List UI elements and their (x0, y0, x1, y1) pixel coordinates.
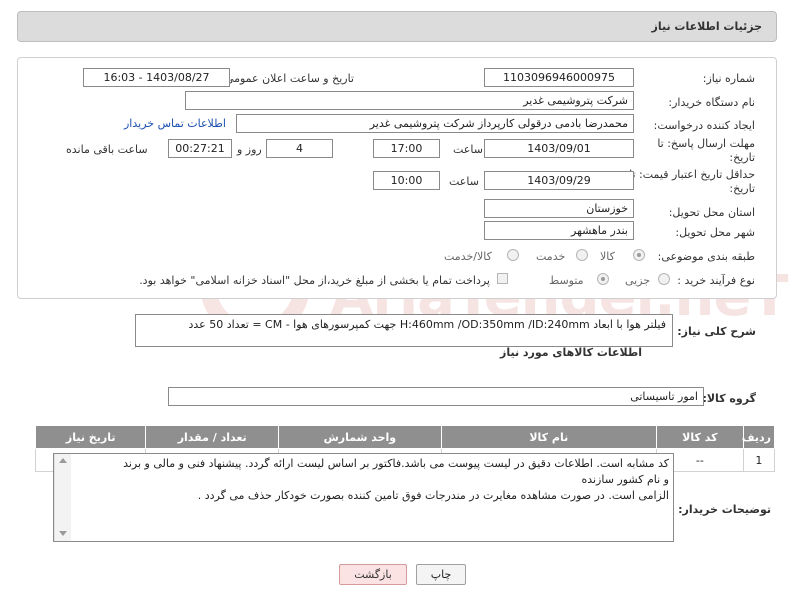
treasury-payment-note: پرداخت تمام یا بخشی از مبلغ خرید،از محل … (139, 274, 490, 287)
process-option-minor: جزیی (625, 274, 651, 287)
description-label: شرح کلی نیاز: (677, 325, 756, 338)
page-title: جزئیات اطلاعات نیاز (651, 20, 763, 33)
col-item-code: کد کالا (655, 425, 744, 449)
process-radio-minor[interactable] (658, 273, 670, 285)
city-field: بندر ماهشهر (484, 221, 634, 240)
category-radio-goods[interactable] (633, 249, 645, 261)
col-item-name: نام کالا (440, 425, 657, 449)
days-remaining-field: 4 (266, 139, 333, 158)
category-label: طبقه بندی موضوعی: (657, 250, 755, 263)
province-label: استان محل تحویل: (668, 206, 755, 219)
buyer-org-field: شرکت پتروشیمی غدیر (185, 91, 634, 110)
creator-field: محمدرضا بادمی درقولی کارپرداز شرکت پتروش… (236, 114, 634, 133)
col-row-number: ردیف (742, 425, 776, 449)
description-box: فیلتر هوا با ابعاد H:460mm /OD:350mm /ID… (135, 314, 673, 347)
goods-table-header: ردیف کد کالا نام کالا واحد شمارش تعداد /… (34, 425, 776, 449)
category-option-goods: کالا (600, 250, 615, 263)
category-option-goods-service: کالا/خدمت (444, 250, 492, 263)
category-radio-goods-service[interactable] (507, 249, 519, 261)
description-text: فیلتر هوا با ابعاد H:460mm /OD:350mm /ID… (188, 318, 667, 331)
need-number-field: 1103096946000975 (484, 68, 634, 87)
buyer-org-label: نام دستگاه خریدار: (668, 96, 755, 109)
category-radio-service[interactable] (576, 249, 588, 261)
days-label: روز و (237, 143, 262, 156)
page-header: جزئیات اطلاعات نیاز (17, 11, 777, 42)
buyer-notes-scrollbar[interactable] (54, 454, 71, 541)
announce-date-label: تاریخ و ساعت اعلان عمومی: (221, 72, 354, 85)
need-number-label: شماره نیاز: (702, 72, 755, 85)
deadline-label: مهلت ارسال پاسخ: تا (657, 137, 755, 150)
col-unit: واحد شمارش (278, 425, 442, 449)
creator-label: ایجاد کننده درخواست: (653, 119, 755, 132)
validity-date-label: تاریخ: (729, 182, 755, 195)
goods-group-field: امور تاسیساتی (168, 387, 704, 406)
category-option-service: خدمت (536, 250, 566, 263)
scroll-up-icon[interactable] (59, 458, 67, 463)
buyer-notes-text: کد مشابه است. اطلاعات دقیق در لیست پیوست… (69, 456, 669, 504)
process-radio-medium[interactable] (597, 273, 609, 285)
back-button[interactable]: بازگشت (339, 564, 407, 585)
buyer-contact-link[interactable]: اطلاعات تماس خریدار (124, 117, 226, 130)
deadline-date-label: تاریخ: (729, 151, 755, 164)
validity-date-field: 1403/09/29 (484, 171, 634, 190)
scroll-down-icon[interactable] (59, 531, 67, 536)
goods-group-label: گروه کالا: (702, 392, 756, 405)
buyer-notes-line: الزامی است. در صورت مشاهده مغایرت در مند… (197, 489, 669, 502)
buyer-notes-box[interactable]: کد مشابه است. اطلاعات دقیق در لیست پیوست… (53, 453, 674, 542)
treasury-payment-checkbox[interactable] (497, 273, 508, 284)
validity-time-field: 10:00 (373, 171, 440, 190)
deadline-time-field: 17:00 (373, 139, 440, 158)
print-button[interactable]: چاپ (416, 564, 466, 585)
remaining-time-field: 00:27:21 (168, 139, 232, 158)
col-need-date: تاریخ نیاز (34, 425, 147, 449)
validity-label: حداقل تاریخ اعتبار قیمت: تا (629, 168, 755, 181)
validity-time-label: ساعت (449, 175, 479, 188)
buyer-notes-line: کد مشابه است. اطلاعات دقیق در لیست پیوست… (123, 457, 669, 470)
province-field: خوزستان (484, 199, 634, 218)
remaining-time-label: ساعت باقی مانده (66, 143, 148, 156)
process-label: نوع فرآیند خرید : (677, 274, 755, 287)
deadline-time-label: ساعت (453, 143, 483, 156)
cell-row-number: 1 (742, 448, 776, 472)
buyer-notes-line: و نام کشور سازنده (581, 473, 669, 486)
deadline-date-field: 1403/09/01 (484, 139, 634, 158)
announce-date-field: 1403/08/27 - 16:03 (83, 68, 230, 87)
buyer-notes-label: توضیحات خریدار: (678, 503, 771, 516)
process-option-medium: متوسط (549, 274, 584, 287)
col-quantity: تعداد / مقدار (145, 425, 280, 449)
goods-section-title: اطلاعات کالاهای مورد نیاز (500, 346, 642, 359)
city-label: شهر محل تحویل: (675, 226, 755, 239)
